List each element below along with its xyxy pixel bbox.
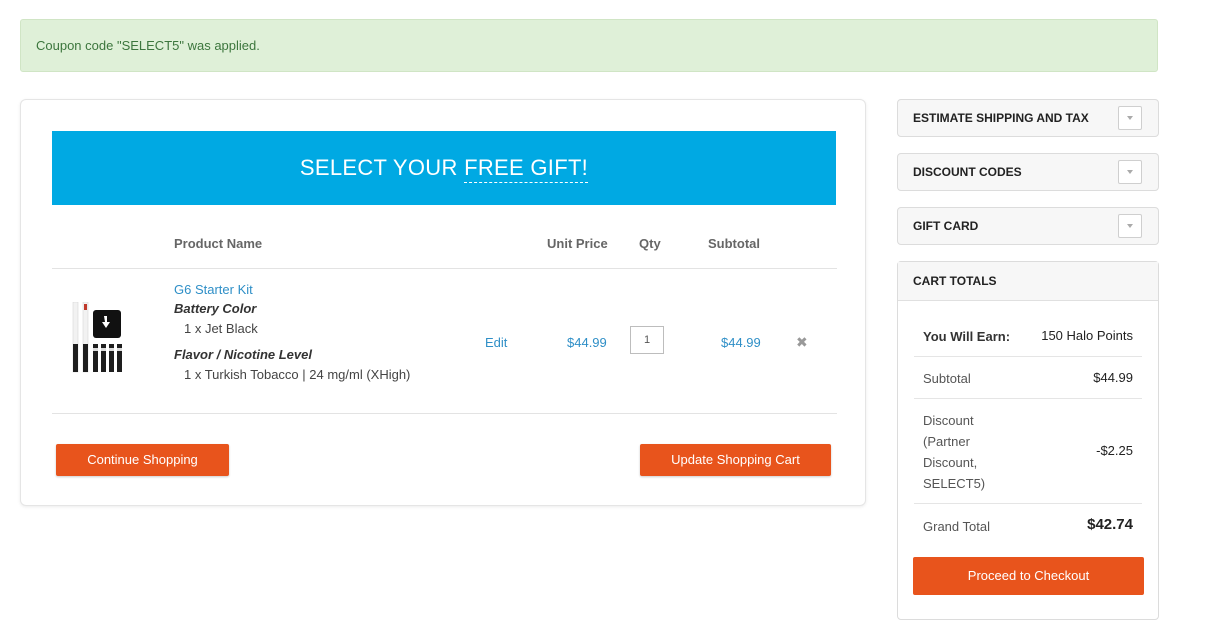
divider	[52, 268, 837, 269]
notice-message: Coupon code "SELECT5" was applied.	[36, 38, 260, 53]
chevron-down-icon[interactable]	[1118, 106, 1142, 130]
quantity-input[interactable]: 1	[630, 326, 664, 354]
panel-title: DISCOUNT CODES	[913, 165, 1022, 179]
product-image[interactable]	[71, 301, 123, 380]
option-label-flavor: Flavor / Nicotine Level	[174, 347, 312, 362]
grand-total-value: $42.74	[1087, 516, 1133, 533]
edit-item-link[interactable]: Edit	[485, 335, 507, 350]
free-gift-link[interactable]: FREE GIFT!	[464, 155, 589, 183]
header-subtotal: Subtotal	[708, 236, 760, 251]
item-subtotal: $44.99	[721, 335, 761, 350]
discount-label-line: (Partner	[923, 434, 970, 449]
close-icon[interactable]: ✖	[796, 334, 808, 351]
discount-label-line: Discount,	[923, 455, 978, 470]
discount-label-line: Discount	[923, 413, 974, 428]
option-value-flavor: 1 x Turkish Tobacco | 24 mg/ml (XHigh)	[184, 367, 411, 382]
coupon-applied-notice: Coupon code "SELECT5" was applied.	[20, 19, 1158, 72]
header-qty: Qty	[639, 236, 661, 251]
subtotal-label: Subtotal	[923, 371, 971, 386]
cart-items-card: SELECT YOUR FREE GIFT! Product Name Unit…	[20, 99, 866, 506]
earn-value: 150 Halo Points	[1041, 328, 1133, 343]
grand-total-label: Grand Total	[923, 519, 990, 534]
banner-text: SELECT YOUR	[299, 155, 465, 180]
free-gift-banner[interactable]: SELECT YOUR FREE GIFT!	[52, 131, 836, 205]
unit-price: $44.99	[567, 335, 607, 350]
divider	[52, 413, 837, 414]
header-product-name: Product Name	[174, 236, 263, 251]
gift-card-panel[interactable]: GIFT CARD	[897, 207, 1159, 245]
earn-label: You Will Earn:	[923, 329, 1011, 344]
chevron-down-icon[interactable]	[1118, 214, 1142, 238]
cart-totals-header: CART TOTALS	[898, 262, 1158, 301]
divider	[914, 503, 1142, 504]
panel-title: GIFT CARD	[913, 219, 979, 233]
discount-codes-panel[interactable]: DISCOUNT CODES	[897, 153, 1159, 191]
cart-totals-panel: CART TOTALS You Will Earn: 150 Halo Poin…	[897, 261, 1159, 620]
cart-totals-title: CART TOTALS	[913, 274, 997, 288]
divider	[914, 356, 1142, 357]
subtotal-value: $44.99	[1093, 370, 1133, 385]
product-name-link[interactable]: G6 Starter Kit	[174, 282, 253, 297]
discount-label-line: SELECT5)	[923, 476, 986, 491]
chevron-down-icon[interactable]	[1118, 160, 1142, 184]
continue-shopping-button[interactable]: Continue Shopping	[56, 444, 229, 476]
discount-value: -$2.25	[1096, 443, 1133, 458]
update-cart-button[interactable]: Update Shopping Cart	[640, 444, 831, 476]
proceed-to-checkout-button[interactable]: Proceed to Checkout	[913, 557, 1144, 595]
divider	[914, 398, 1142, 399]
discount-label: Discount (Partner Discount, SELECT5)	[923, 410, 985, 494]
product-thumbnail	[72, 301, 122, 373]
option-value-battery-color: 1 x Jet Black	[184, 321, 258, 336]
panel-title: ESTIMATE SHIPPING AND TAX	[913, 111, 1089, 125]
estimate-shipping-panel[interactable]: ESTIMATE SHIPPING AND TAX	[897, 99, 1159, 137]
header-unit-price: Unit Price	[547, 236, 608, 251]
option-label-battery-color: Battery Color	[174, 301, 257, 316]
